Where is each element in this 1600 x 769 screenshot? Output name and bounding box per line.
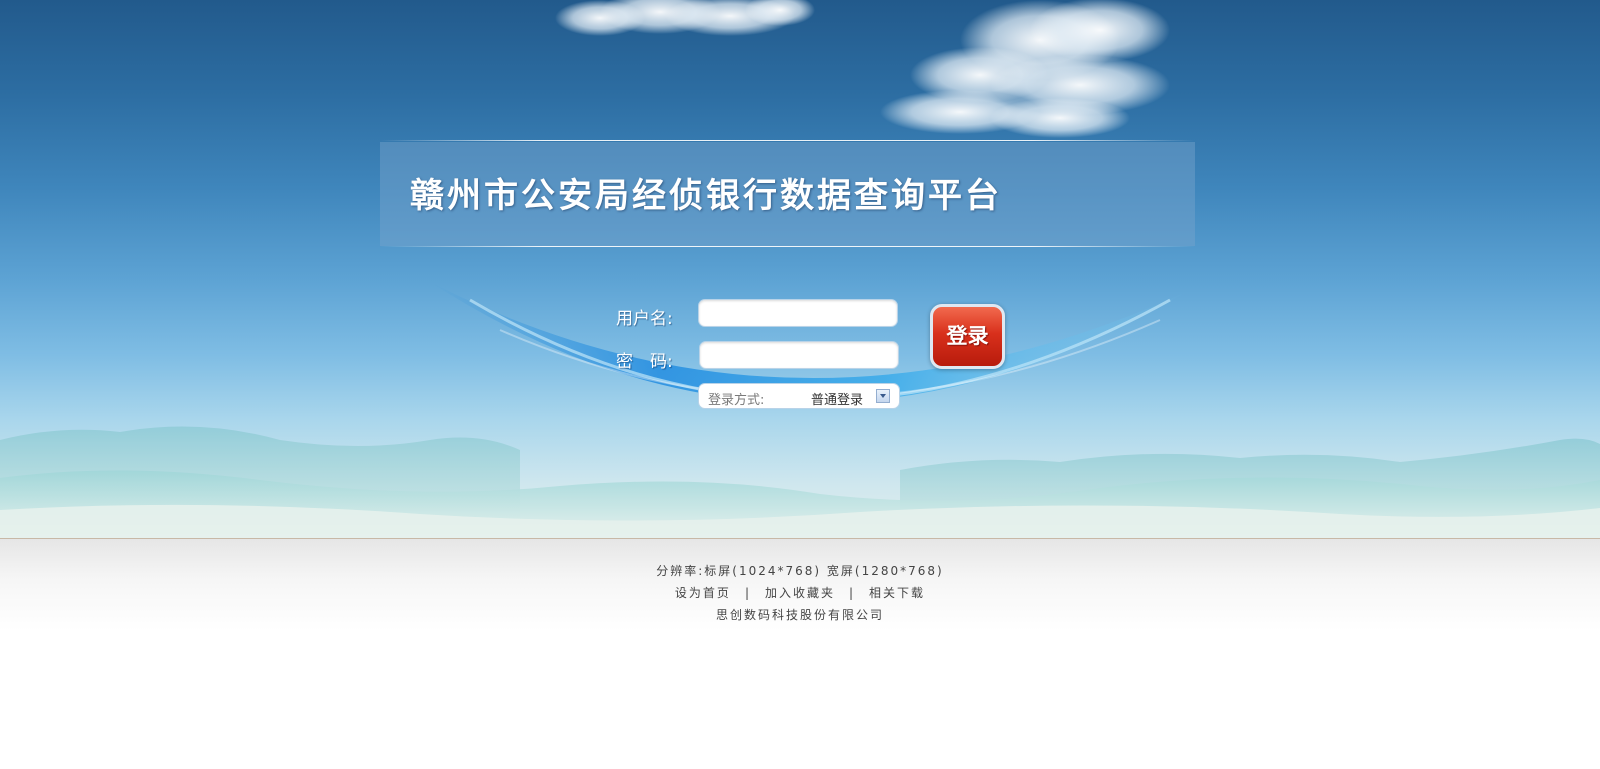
title-band-top-line	[380, 140, 1195, 141]
add-favorites-link[interactable]: 加入收藏夹	[765, 586, 835, 600]
footer-links: 设为首页 | 加入收藏夹 | 相关下载	[0, 584, 1600, 601]
cloud-group-left	[555, 0, 815, 36]
password-label: 密 码:	[616, 352, 673, 372]
title-band-bottom-line	[380, 246, 1195, 247]
set-homepage-link[interactable]: 设为首页	[675, 586, 731, 600]
sky-scenery	[0, 0, 1600, 538]
footer: 分辨率:标屏(1024*768) 宽屏(1280*768) 设为首页 | 加入收藏夹…	[0, 538, 1600, 769]
company-name: 思创数码科技股份有限公司	[715, 608, 884, 622]
cloud-group-right	[880, 0, 1170, 138]
resolution-note: 分辨率:标屏(1024*768) 宽屏(1280*768)	[656, 564, 944, 578]
login-mode-select[interactable]: 登录方式: 普通登录	[698, 383, 900, 409]
footer-separator: |	[744, 586, 751, 600]
username-label: 用户名:	[616, 309, 673, 329]
footer-separator: |	[849, 586, 856, 600]
mountain-range	[0, 426, 1600, 538]
login-mode-value: 普通登录	[811, 393, 864, 408]
page-title: 赣州市公安局经侦银行数据查询平台	[410, 176, 1002, 216]
login-mode-label: 登录方式:	[708, 393, 765, 408]
username-input[interactable]	[698, 299, 898, 327]
downloads-link[interactable]: 相关下载	[869, 586, 925, 600]
chevron-down-icon[interactable]	[876, 389, 890, 403]
login-button[interactable]: 登录	[930, 304, 1005, 369]
password-input[interactable]	[699, 341, 899, 369]
login-hero-background: 赣州市公安局经侦银行数据查询平台 用户名: 密 码: 登录方式: 普通登录 登录	[0, 0, 1600, 538]
